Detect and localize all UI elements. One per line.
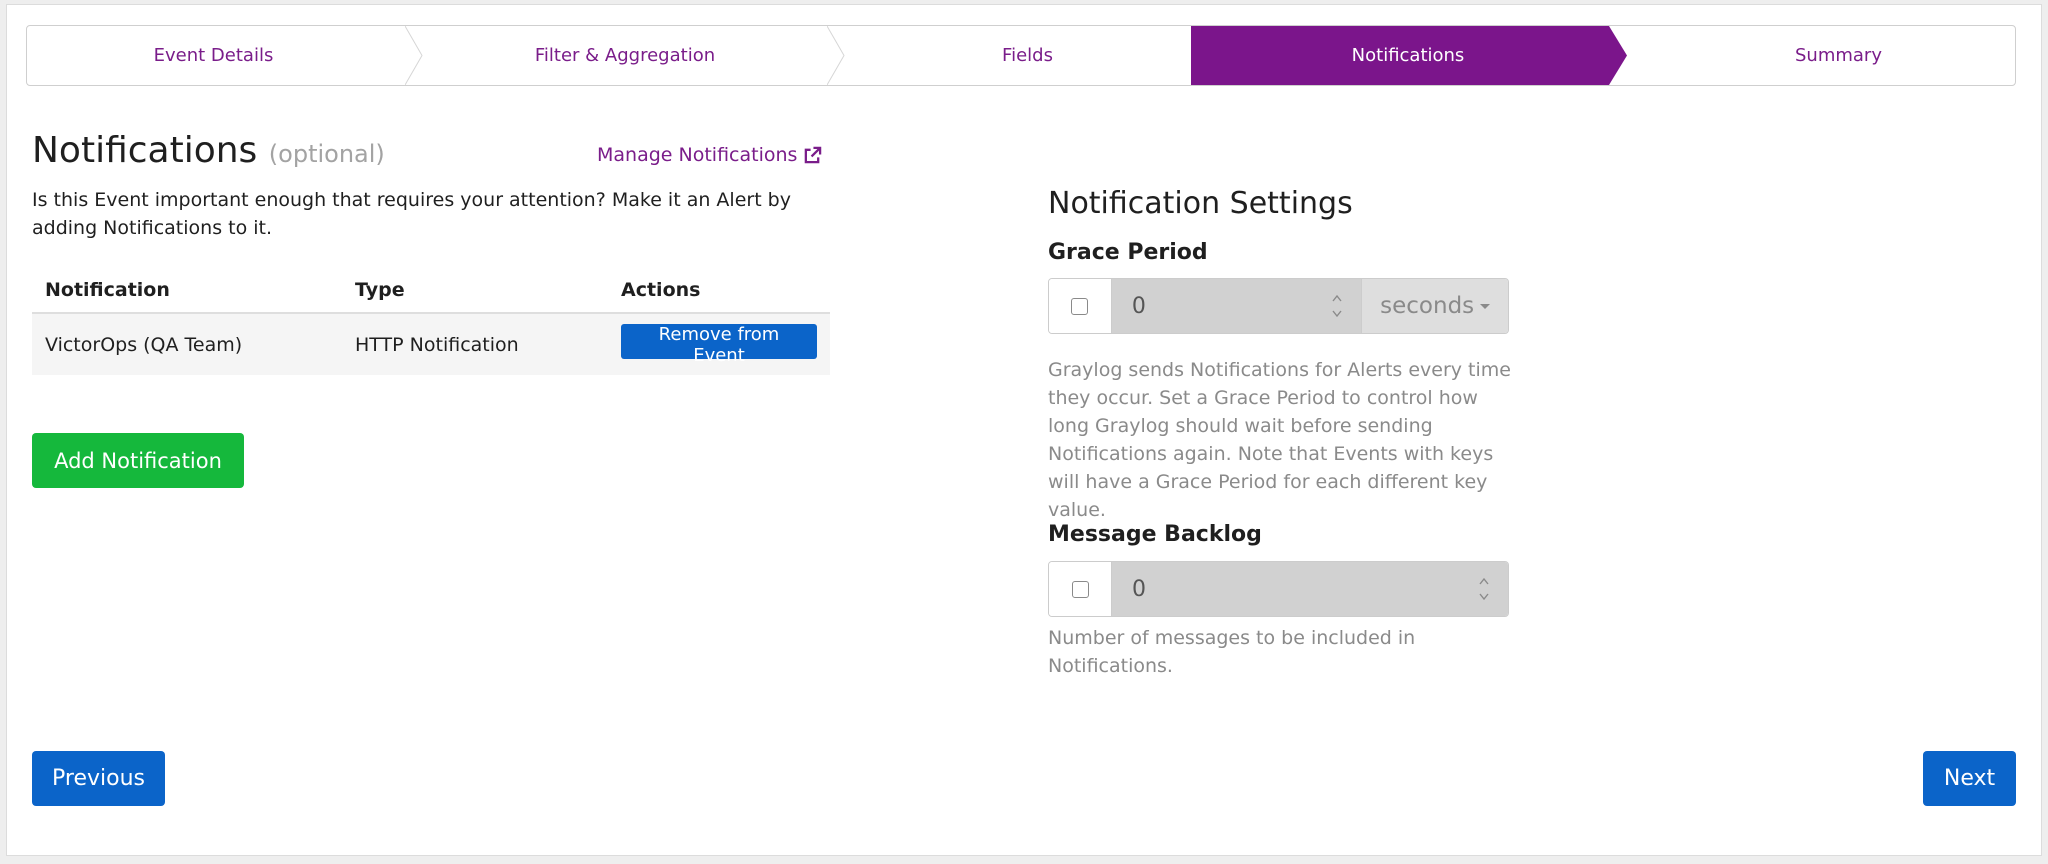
table-row: VictorOps (QA Team) HTTP Notification Re… [32,313,830,375]
grace-period-help: Graylog sends Notifications for Alerts e… [1048,359,1511,521]
grace-period-unit: seconds [1380,293,1475,319]
step-label: Event Details [153,45,274,66]
spinner-arrows-icon[interactable] [1331,291,1343,321]
step-fields[interactable]: Fields [845,26,1210,85]
step-separator-icon [405,26,423,85]
step-label: Filter & Aggregation [534,45,716,66]
message-backlog-input[interactable]: 0 [1112,562,1508,616]
grace-period-label: Grace Period [1048,240,1208,265]
message-backlog-checkbox[interactable] [1071,580,1089,598]
spinner-arrows-icon[interactable] [1478,574,1490,604]
external-link-icon [805,146,822,163]
step-label: Notifications [1351,45,1465,66]
grace-period-checkbox[interactable] [1071,297,1089,315]
next-button[interactable]: Next [1923,751,2016,806]
grace-period-checkbox-wrap [1049,279,1112,333]
message-backlog-help: Number of messages to be included in Not… [1048,627,1416,677]
manage-notifications-link[interactable]: Manage Notifications [597,144,822,166]
message-backlog-input-group: 0 [1048,561,1509,617]
previous-button[interactable]: Previous [32,751,165,806]
header-actions: Actions [608,268,830,314]
grace-period-value: 0 [1131,293,1146,319]
header-notification: Notification [32,268,342,314]
step-label: Summary [1795,45,1882,66]
step-label: Fields [1002,45,1053,66]
manage-link-label: Manage Notifications [597,144,798,166]
notifications-description: Is this Event important enough that requ… [32,189,791,239]
header-type: Type [342,268,608,314]
cell-type: HTTP Notification [342,313,608,375]
step-notifications[interactable]: Notifications [1191,26,1627,85]
grace-period-unit-dropdown[interactable]: seconds [1361,279,1508,333]
cell-actions: Remove from Event [608,313,830,375]
remove-from-event-button[interactable]: Remove from Event [621,323,817,366]
settings-title: Notification Settings [1048,186,1353,221]
step-event-details[interactable]: Event Details [27,26,400,85]
table-header-row: Notification Type Actions [32,268,830,314]
message-backlog-value: 0 [1132,576,1146,602]
step-filter-aggregation[interactable]: Filter & Aggregation [423,26,827,85]
step-separator-icon [827,26,845,85]
page-title: Notifications (optional) [32,130,385,171]
wizard-steps: Event Details Filter & Aggregation Field… [26,25,2016,86]
caret-down-icon [1480,303,1491,309]
grace-period-input[interactable]: 0 [1111,279,1362,333]
notifications-table: Notification Type Actions VictorOps (QA … [32,268,830,375]
grace-period-input-group: 0 seconds [1048,278,1509,334]
title-text: Notifications [32,130,258,171]
add-notification-button[interactable]: Add Notification [32,433,244,488]
step-summary[interactable]: Summary [1627,26,2015,85]
message-backlog-label: Message Backlog [1048,522,1262,547]
cell-notification: VictorOps (QA Team) [32,313,342,375]
message-backlog-checkbox-wrap [1049,562,1112,616]
optional-text: (optional) [268,140,385,168]
